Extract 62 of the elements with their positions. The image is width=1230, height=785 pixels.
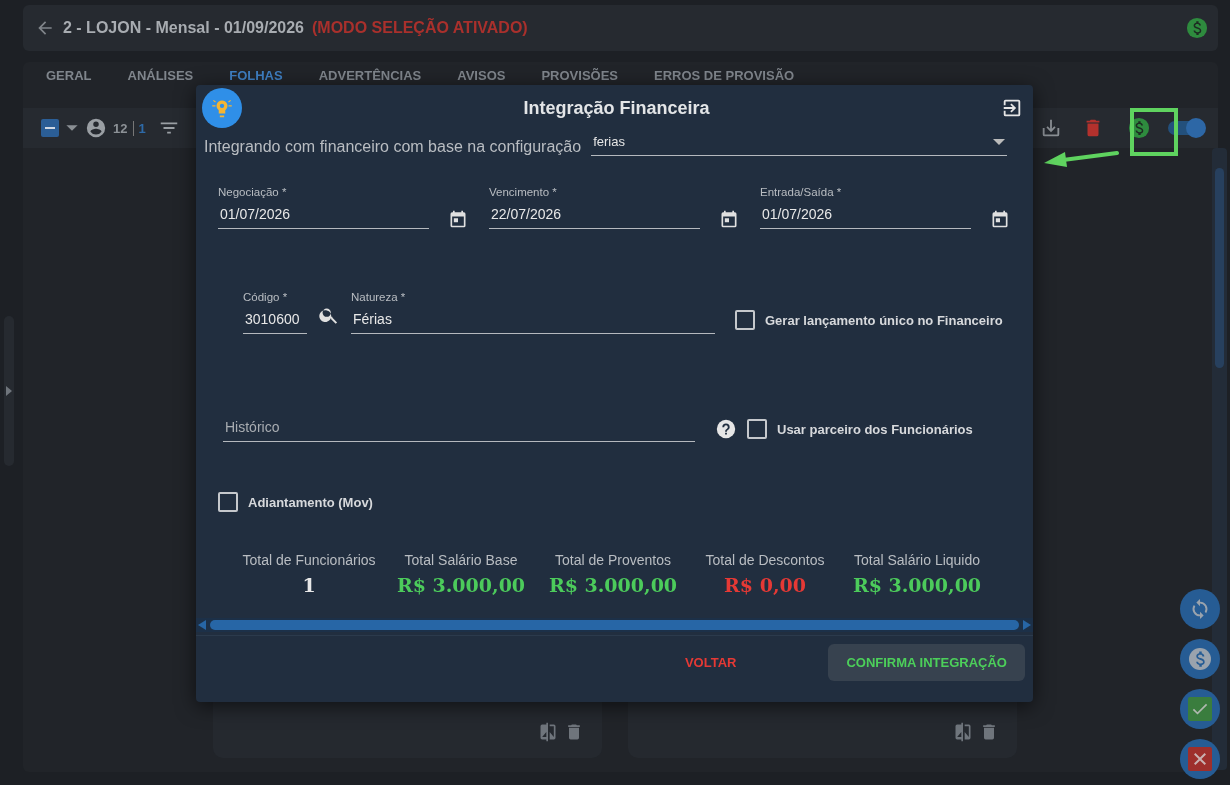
field-label: Natureza * xyxy=(351,291,407,303)
exit-icon[interactable] xyxy=(1001,97,1023,119)
total-label: Total de Descontos xyxy=(705,552,825,568)
code-field[interactable]: 3010600 xyxy=(243,308,307,334)
dollar-icon[interactable] xyxy=(1128,117,1150,139)
dialog-title: Integração Financeira xyxy=(522,97,711,119)
nature-field[interactable]: Férias xyxy=(351,308,715,334)
tab[interactable]: FOLHAS xyxy=(216,67,296,83)
total-value: 1 xyxy=(302,574,316,596)
select-all-checkbox[interactable] xyxy=(41,119,59,137)
date-field[interactable]: 22/07/2026 xyxy=(489,203,700,229)
page-title: 2 - LOJON - Mensal - 01/09/2026 xyxy=(63,19,304,37)
confirm-button[interactable]: CONFIRMA INTEGRAÇÃO xyxy=(828,644,1025,681)
checkbox-label: Gerar lançamento único no Financeiro xyxy=(765,312,1003,328)
field-label: Negociação * xyxy=(218,186,288,198)
lightbulb-icon xyxy=(202,88,242,128)
total-value: R$ 0,00 xyxy=(724,574,806,596)
tab[interactable]: GERAL xyxy=(33,67,105,83)
tab[interactable]: ERROS DE PROVISÃO xyxy=(641,67,808,83)
caret-icon xyxy=(993,137,1005,146)
config-select[interactable]: ferias xyxy=(591,132,1007,156)
mode-label: (MODO SELEÇÃO ATIVADO) xyxy=(312,19,528,37)
selected-count: 1 xyxy=(133,120,146,136)
checkbox[interactable] xyxy=(735,310,755,330)
calendar-icon[interactable] xyxy=(990,209,1010,229)
compare-icon[interactable] xyxy=(538,722,558,742)
tab[interactable]: ADVERTÊNCIAS xyxy=(305,67,435,83)
date-field[interactable]: 01/07/2026 xyxy=(218,203,429,229)
tab[interactable]: PROVISÕES xyxy=(528,67,631,83)
total-label: Total de Proventos xyxy=(555,552,671,568)
checkbox-label: Adiantamento (Mov) xyxy=(248,494,373,510)
total-value: R$ 3.000,00 xyxy=(548,574,678,596)
total-label: Total de Funcionários xyxy=(242,552,376,568)
close-icon xyxy=(1188,747,1212,771)
dollar-icon[interactable] xyxy=(1186,17,1208,39)
field-label: Código * xyxy=(243,291,289,303)
total-label: Total Salário Liquido xyxy=(853,552,981,568)
total-label: Total Salário Base xyxy=(404,552,518,568)
tab[interactable]: ANÁLISES xyxy=(114,67,207,83)
total-value: R$ 3.000,00 xyxy=(852,574,982,596)
checkbox-label: Usar parceiro dos Funcionários xyxy=(777,421,973,437)
field-label: Vencimento * xyxy=(489,186,558,198)
tab[interactable]: AVISOS xyxy=(444,67,519,83)
check-icon xyxy=(1188,697,1212,721)
help-icon[interactable] xyxy=(715,418,737,440)
history-field[interactable]: Histórico xyxy=(223,416,695,442)
calendar-icon[interactable] xyxy=(719,209,739,229)
back-button[interactable]: VOLTAR xyxy=(666,644,755,681)
checkbox[interactable] xyxy=(218,492,238,512)
date-field[interactable]: 01/07/2026 xyxy=(760,203,971,229)
highlight-frame xyxy=(1130,108,1178,156)
compare-icon[interactable] xyxy=(953,722,973,742)
field-label: Entrada/Saída * xyxy=(760,186,843,198)
dollar-icon xyxy=(1188,647,1212,671)
side-drawer-handle[interactable] xyxy=(4,316,14,466)
download-icon[interactable] xyxy=(1040,117,1062,139)
checkbox[interactable] xyxy=(747,419,767,439)
config-label: Integrando com financeiro com base na configuração xyxy=(204,138,582,156)
total-value: R$ 3.000,00 xyxy=(396,574,526,596)
account-icon xyxy=(85,117,107,139)
total-count: 12 xyxy=(113,120,128,136)
calendar-icon[interactable] xyxy=(448,209,468,229)
